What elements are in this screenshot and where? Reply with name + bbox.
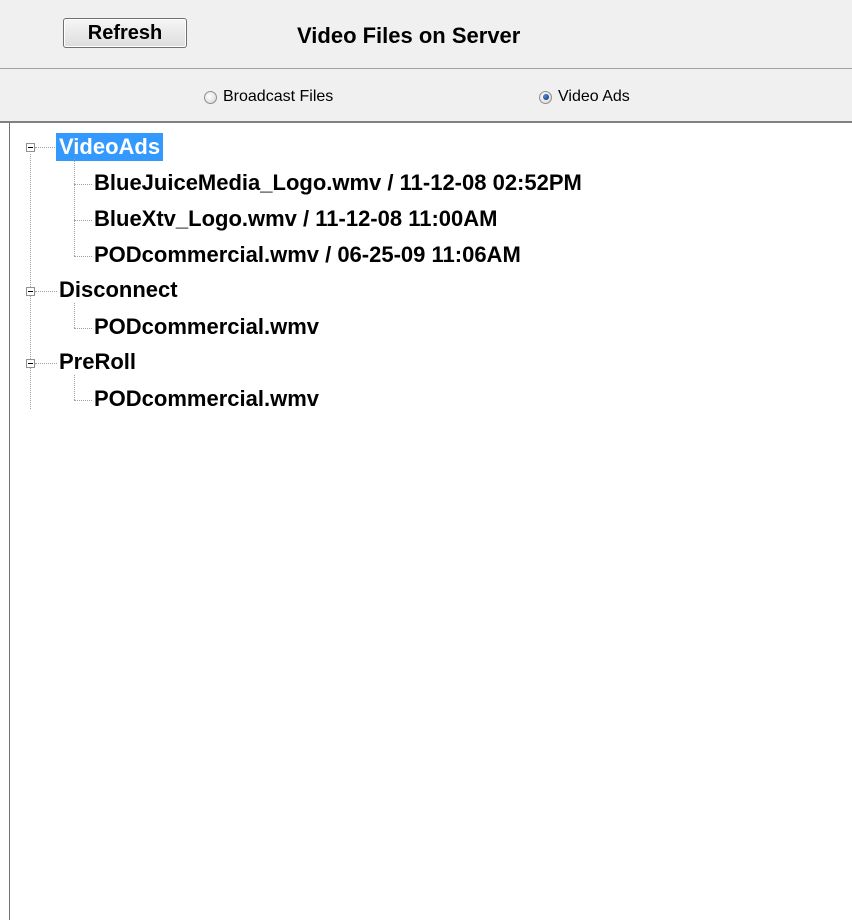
- file-type-radio-group: Broadcast Files Video Ads: [0, 69, 852, 123]
- radio-unchecked-icon[interactable]: [204, 90, 217, 104]
- broadcast-files-label: Broadcast Files: [223, 88, 334, 105]
- tree-file-item[interactable]: BlueXtv_Logo.wmv / 11-12-08 11:00AM: [91, 205, 501, 233]
- tree-file-item[interactable]: PODcommercial.wmv / 06-25-09 11:06AM: [91, 241, 524, 269]
- tree-connector: [74, 220, 92, 221]
- tree-connector: [30, 154, 31, 409]
- collapse-icon[interactable]: [26, 359, 35, 368]
- tree-connector: [35, 363, 57, 364]
- tree-connector: [74, 256, 92, 257]
- collapse-icon[interactable]: [26, 143, 35, 152]
- tree-connector: [74, 303, 75, 328]
- file-tree[interactable]: VideoAds BlueJuiceMedia_Logo.wmv / 11-12…: [9, 123, 852, 920]
- refresh-button[interactable]: Refresh: [63, 18, 187, 48]
- video-ads-radio[interactable]: Video Ads: [539, 88, 630, 106]
- collapse-icon[interactable]: [26, 287, 35, 296]
- tree-file-item[interactable]: BlueJuiceMedia_Logo.wmv / 11-12-08 02:52…: [91, 169, 585, 197]
- tree-connector: [74, 400, 92, 401]
- tree-folder-disconnect[interactable]: Disconnect: [56, 276, 181, 304]
- tree-connector: [74, 375, 75, 400]
- video-files-window: Refresh Video Files on Server Broadcast …: [0, 0, 852, 920]
- tree-folder-videoads[interactable]: VideoAds: [56, 133, 164, 161]
- broadcast-files-radio[interactable]: Broadcast Files: [204, 88, 333, 106]
- tree-file-item[interactable]: PODcommercial.wmv: [91, 385, 322, 413]
- tree-connector: [35, 147, 57, 148]
- tree-connector: [74, 184, 92, 185]
- radio-checked-icon[interactable]: [539, 90, 552, 104]
- tree-connector: [74, 328, 92, 329]
- header-toolbar: Refresh Video Files on Server: [0, 0, 852, 69]
- tree-file-item[interactable]: PODcommercial.wmv: [91, 313, 322, 341]
- tree-connector: [35, 291, 57, 292]
- tree-connector: [74, 159, 75, 256]
- tree-folder-preroll[interactable]: PreRoll: [56, 348, 139, 376]
- page-title: Video Files on Server: [297, 23, 521, 48]
- video-ads-label: Video Ads: [558, 88, 630, 105]
